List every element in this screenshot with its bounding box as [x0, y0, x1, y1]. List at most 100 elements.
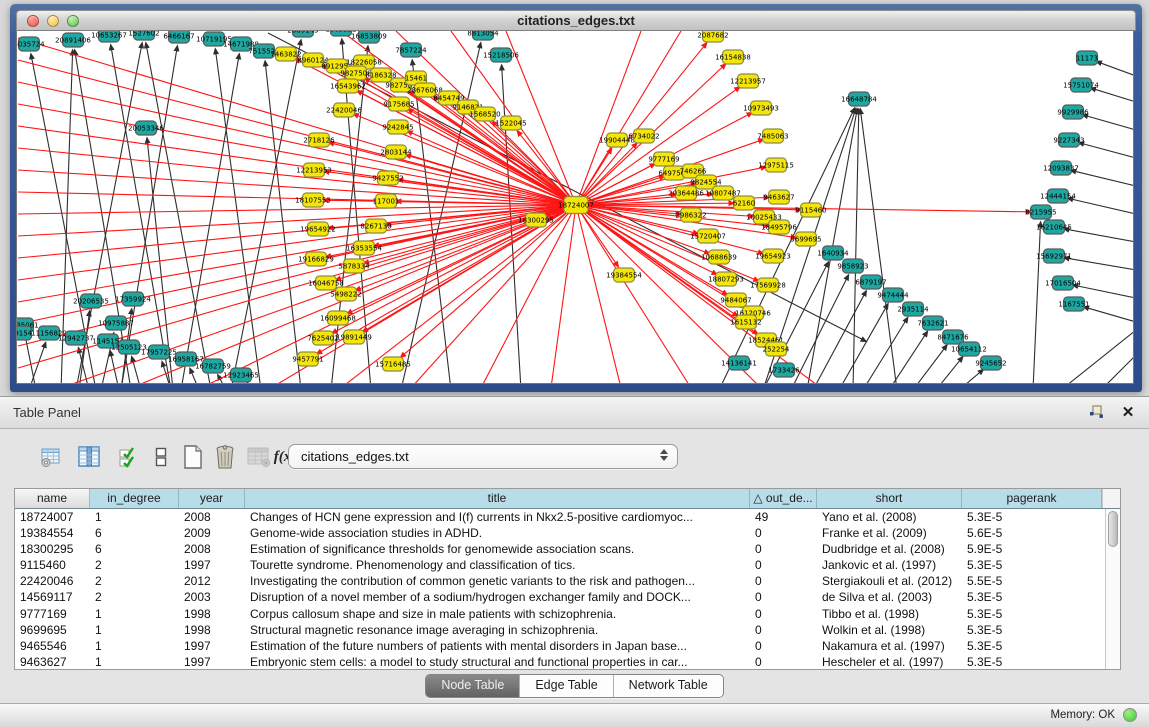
cell-year[interactable]: 2008	[179, 509, 245, 525]
cell-title[interactable]: Structural magnetic resonance image aver…	[245, 622, 750, 638]
graph-edge[interactable]	[1073, 285, 1134, 298]
cell-title[interactable]: Embryonic stem cells: a model to study s…	[245, 654, 750, 670]
graph-edge[interactable]	[863, 318, 908, 384]
float-window-icon[interactable]	[1087, 403, 1105, 421]
tab-network-table[interactable]: Network Table	[614, 675, 723, 697]
new-table-icon[interactable]	[180, 443, 206, 471]
cell-year[interactable]: 2003	[179, 589, 245, 605]
graph-edge[interactable]	[576, 205, 691, 384]
cell-in_degree[interactable]: 1	[90, 606, 179, 622]
cell-pagerank[interactable]: 5.5E-5	[962, 573, 1102, 589]
graph-edge[interactable]	[791, 275, 849, 384]
cell-out_degree[interactable]: 0	[750, 525, 817, 541]
memory-ok-icon[interactable]	[1123, 708, 1137, 722]
cell-name[interactable]: 22420046	[15, 573, 90, 589]
cell-title[interactable]: Investigating the contribution of common…	[245, 573, 750, 589]
cell-short[interactable]: Hescheler et al. (1997)	[817, 654, 962, 670]
cell-name[interactable]: 18724007	[15, 509, 90, 525]
column-header-name[interactable]: name	[15, 489, 90, 508]
select-rows-icon[interactable]	[116, 443, 142, 471]
graph-svg[interactable]: 1872400718300295193845544035724208914061…	[17, 31, 1134, 384]
column-header-pagerank[interactable]: pagerank	[962, 489, 1102, 508]
import-table-icon[interactable]	[246, 443, 272, 471]
column-header-out_degree[interactable]: △ out_de...	[750, 489, 817, 508]
cell-pagerank[interactable]: 5.3E-5	[962, 622, 1102, 638]
cell-pagerank[interactable]: 5.6E-5	[962, 525, 1102, 541]
tab-edge-table[interactable]: Edge Table	[520, 675, 613, 697]
cell-in_degree[interactable]: 6	[90, 525, 179, 541]
cell-year[interactable]: 1997	[179, 638, 245, 654]
window-titlebar[interactable]: citations_edges.txt	[16, 10, 1136, 31]
cell-out_degree[interactable]: 0	[750, 541, 817, 557]
graph-edge[interactable]	[190, 368, 199, 384]
cell-in_degree[interactable]: 2	[90, 589, 179, 605]
graph-edge[interactable]	[576, 31, 641, 205]
cell-title[interactable]: Disruption of a novel member of a sodium…	[245, 589, 750, 605]
column-header-short[interactable]: short	[817, 489, 962, 508]
cell-short[interactable]: Stergiakouli et al. (2012)	[817, 573, 962, 589]
graph-edge[interactable]	[1068, 198, 1134, 214]
table-vertical-scrollbar[interactable]	[1105, 509, 1120, 670]
cell-pagerank[interactable]: 5.3E-5	[962, 589, 1102, 605]
cell-short[interactable]: Yano et al. (2008)	[817, 509, 962, 525]
cell-year[interactable]: 1998	[179, 606, 245, 622]
graph-edge[interactable]	[936, 357, 963, 384]
table-selector-combo[interactable]: citations_edges.txt	[288, 444, 678, 469]
graph-edge[interactable]	[1061, 330, 1134, 384]
cell-in_degree[interactable]: 1	[90, 654, 179, 670]
cell-short[interactable]: Wolkin et al. (1998)	[817, 622, 962, 638]
cell-out_degree[interactable]: 0	[750, 606, 817, 622]
cell-name[interactable]: 19384554	[15, 525, 90, 541]
cell-name[interactable]: 9465546	[15, 638, 90, 654]
graph-edge[interactable]	[1064, 258, 1134, 270]
graph-edge[interactable]	[1083, 115, 1134, 130]
cell-out_degree[interactable]: 0	[750, 622, 817, 638]
graph-edge[interactable]	[1064, 229, 1134, 242]
table-row[interactable]: 911546021997Tourette syndrome. Phenomeno…	[15, 557, 1120, 573]
scrollbar-thumb[interactable]	[1108, 511, 1118, 547]
cell-pagerank[interactable]: 5.3E-5	[962, 638, 1102, 654]
close-icon[interactable]: ✕	[1119, 403, 1137, 421]
delete-table-icon[interactable]	[212, 443, 238, 471]
cell-title[interactable]: Estimation of significance thresholds fo…	[245, 541, 750, 557]
graph-edge[interactable]	[1084, 307, 1134, 322]
graph-edge[interactable]	[1091, 88, 1134, 102]
table-settings-icon[interactable]	[38, 443, 64, 471]
cell-name[interactable]: 9699695	[15, 622, 90, 638]
table-row[interactable]: 1872400712008Changes of HCN gene express…	[15, 509, 1120, 525]
graph-edge[interactable]	[1033, 222, 1041, 384]
cell-out_degree[interactable]: 0	[750, 573, 817, 589]
graph-edge[interactable]	[853, 109, 859, 384]
cell-year[interactable]: 1997	[179, 654, 245, 670]
cell-short[interactable]: Nakamura et al. (1997)	[817, 638, 962, 654]
zoom-window-icon[interactable]	[67, 15, 79, 27]
column-header-title[interactable]: title	[245, 489, 750, 508]
graph-edge[interactable]	[146, 43, 211, 384]
graph-edge[interactable]	[839, 304, 888, 384]
cell-in_degree[interactable]: 2	[90, 557, 179, 573]
graph-edge[interactable]	[401, 205, 576, 357]
table-row[interactable]: 969969511998Structural magnetic resonanc…	[15, 622, 1120, 638]
show-columns-icon[interactable]	[76, 443, 102, 471]
cell-in_degree[interactable]: 1	[90, 638, 179, 654]
graph-edge[interactable]	[247, 383, 253, 384]
graph-edge[interactable]	[551, 205, 576, 384]
cell-out_degree[interactable]: 0	[750, 638, 817, 654]
cell-short[interactable]: Jankovic et al. (1997)	[817, 557, 962, 573]
graph-edge[interactable]	[1071, 170, 1134, 186]
graph-edge[interactable]	[121, 46, 177, 384]
graph-edge[interactable]	[475, 114, 576, 205]
table-row[interactable]: 946362711997Embryonic stem cells: a mode…	[15, 654, 1120, 670]
cell-short[interactable]: Franke et al. (2009)	[817, 525, 962, 541]
table-row[interactable]: 1938455462009Genome-wide association stu…	[15, 525, 1120, 541]
graph-edge[interactable]	[1101, 355, 1134, 384]
cell-year[interactable]: 1997	[179, 557, 245, 573]
column-header-in_degree[interactable]: in_degree	[90, 489, 179, 508]
cell-pagerank[interactable]: 5.3E-5	[962, 654, 1102, 670]
graph-edge[interactable]	[29, 342, 46, 384]
graph-edge[interactable]	[1079, 143, 1134, 158]
cell-in_degree[interactable]: 1	[90, 622, 179, 638]
cell-title[interactable]: Changes of HCN gene expression and I(f) …	[245, 509, 750, 525]
graph-edge[interactable]	[576, 43, 707, 205]
cell-in_degree[interactable]: 2	[90, 573, 179, 589]
